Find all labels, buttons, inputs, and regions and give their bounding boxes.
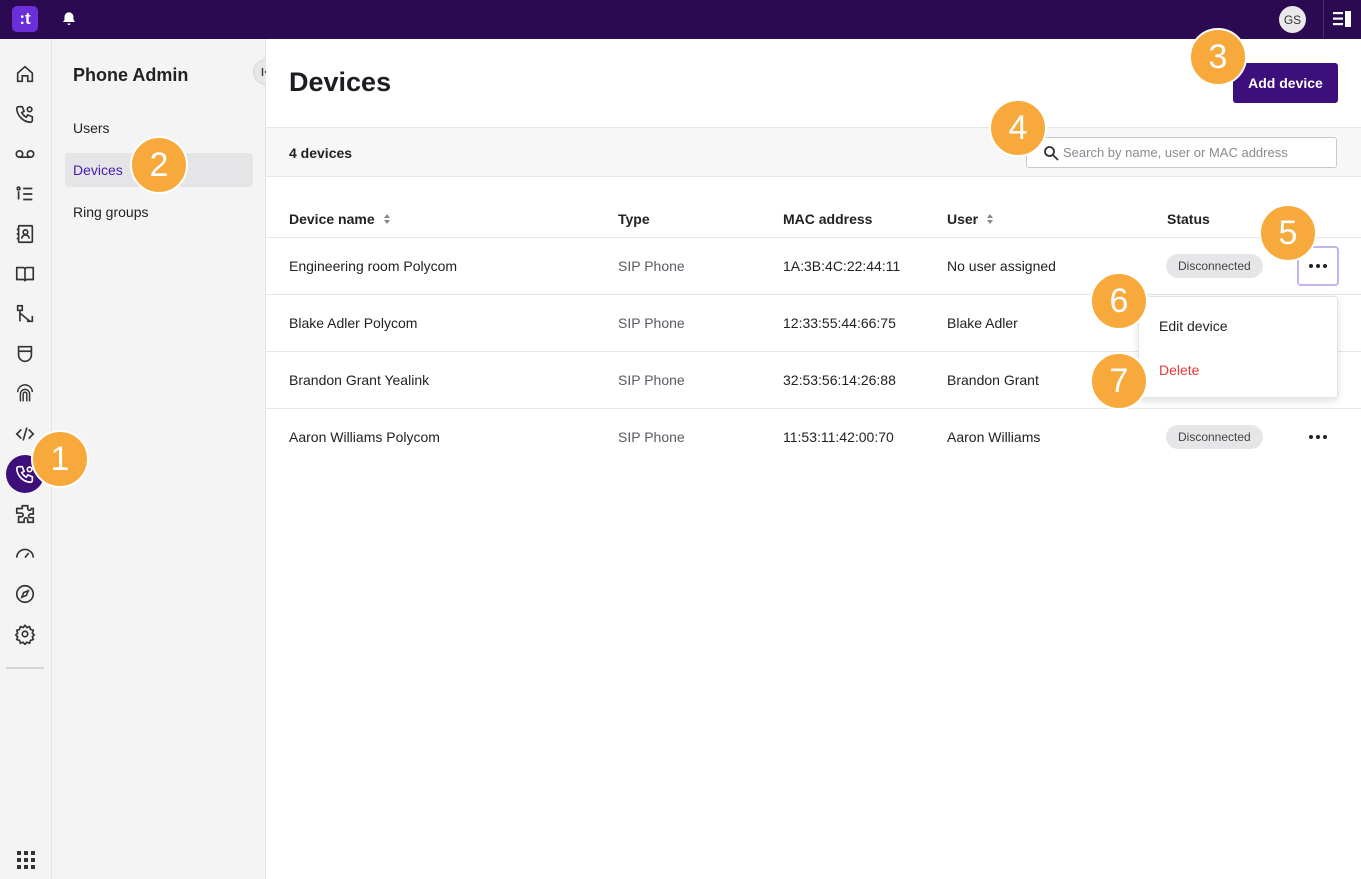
status-badge: Disconnected: [1166, 254, 1263, 278]
calls-icon[interactable]: [13, 102, 37, 126]
callout-1: 1: [31, 430, 89, 488]
callout-4: 4: [989, 99, 1047, 157]
more-icon: [1309, 435, 1327, 439]
page-title: Devices: [289, 67, 392, 97]
book-icon[interactable]: [13, 262, 37, 286]
row-actions-button[interactable]: [1297, 417, 1339, 457]
sort-icon: [383, 214, 390, 224]
side-panel-icon[interactable]: [1332, 10, 1352, 28]
bell-icon[interactable]: [60, 10, 78, 28]
devices-toolbar: 4 devices: [266, 127, 1361, 177]
column-label: Status: [1167, 211, 1210, 227]
device-user: No user assigned: [947, 258, 1056, 274]
compass-icon[interactable]: [13, 582, 37, 606]
more-icon: [1309, 264, 1327, 268]
status-badge: Disconnected: [1166, 425, 1263, 449]
contacts-icon[interactable]: [13, 222, 37, 246]
callout-3: 3: [1189, 28, 1247, 86]
apps-grid-icon[interactable]: [17, 851, 35, 869]
sort-icon: [987, 214, 994, 224]
delete-menu-item[interactable]: Delete: [1159, 362, 1199, 378]
callout-5: 5: [1259, 204, 1317, 262]
device-type: SIP Phone: [618, 315, 685, 331]
callout-2: 2: [130, 136, 188, 194]
mac-address: 11:53:11:42:00:70: [783, 429, 894, 445]
gear-icon[interactable]: [13, 622, 37, 646]
column-label: MAC address: [783, 211, 873, 227]
device-type: SIP Phone: [618, 258, 685, 274]
device-name: Brandon Grant Yealink: [289, 372, 430, 388]
rail-divider: [6, 667, 44, 669]
device-name: Aaron Williams Polycom: [289, 429, 440, 445]
column-label: Type: [618, 211, 650, 227]
table-row[interactable]: Engineering room Polycom SIP Phone 1A:3B…: [266, 238, 1361, 295]
mac-address: 12:33:55:44:66:75: [783, 315, 896, 331]
shield-icon[interactable]: [13, 342, 37, 366]
column-label: Device name: [289, 211, 375, 227]
nav-item-ring-groups[interactable]: Ring groups: [65, 195, 253, 229]
device-name: Engineering room Polycom: [289, 258, 458, 274]
main-content: Devices Add device 4 devices Device name…: [266, 39, 1361, 879]
routing-icon[interactable]: [13, 302, 37, 326]
callout-7: 7: [1090, 352, 1148, 410]
topbar-divider: [1323, 0, 1324, 39]
table-row[interactable]: Aaron Williams Polycom SIP Phone 11:53:1…: [266, 409, 1361, 466]
add-device-button[interactable]: Add device: [1233, 63, 1338, 103]
device-user: Blake Adler: [947, 315, 1018, 331]
device-type: SIP Phone: [618, 372, 685, 388]
avatar[interactable]: GS: [1279, 6, 1306, 33]
device-user: Aaron Williams: [947, 429, 1041, 445]
integrations-icon[interactable]: [13, 502, 37, 526]
column-header-type: Type: [618, 211, 650, 227]
column-label: User: [947, 211, 979, 227]
device-count: 4 devices: [289, 145, 353, 161]
mac-address: 32:53:56:14:26:88: [783, 372, 896, 388]
search-icon: [1044, 146, 1059, 161]
home-icon[interactable]: [13, 62, 37, 86]
voicemail-icon[interactable]: [13, 142, 37, 166]
app-logo[interactable]: :t: [12, 6, 38, 32]
fingerprint-icon[interactable]: [13, 382, 37, 406]
mac-address: 1A:3B:4C:22:44:11: [783, 258, 901, 274]
column-header-user[interactable]: User: [947, 211, 994, 227]
column-header-mac: MAC address: [783, 211, 872, 227]
search-box[interactable]: [1026, 137, 1337, 168]
row-actions-menu: Edit device Delete: [1138, 296, 1338, 398]
code-icon[interactable]: [13, 422, 37, 446]
device-user: Brandon Grant: [947, 372, 1039, 388]
nav-title: Phone Admin: [73, 65, 189, 85]
speedometer-icon[interactable]: [13, 542, 37, 566]
callout-6: 6: [1090, 272, 1148, 330]
queue-list-icon[interactable]: [13, 182, 37, 206]
column-header-status: Status: [1167, 211, 1210, 227]
top-bar: :t GS: [0, 0, 1361, 39]
edit-device-menu-item[interactable]: Edit device: [1159, 318, 1227, 334]
column-header-device-name[interactable]: Device name: [289, 211, 391, 227]
device-type: SIP Phone: [618, 429, 685, 445]
device-name: Blake Adler Polycom: [289, 315, 418, 331]
search-input[interactable]: [1063, 138, 1333, 167]
